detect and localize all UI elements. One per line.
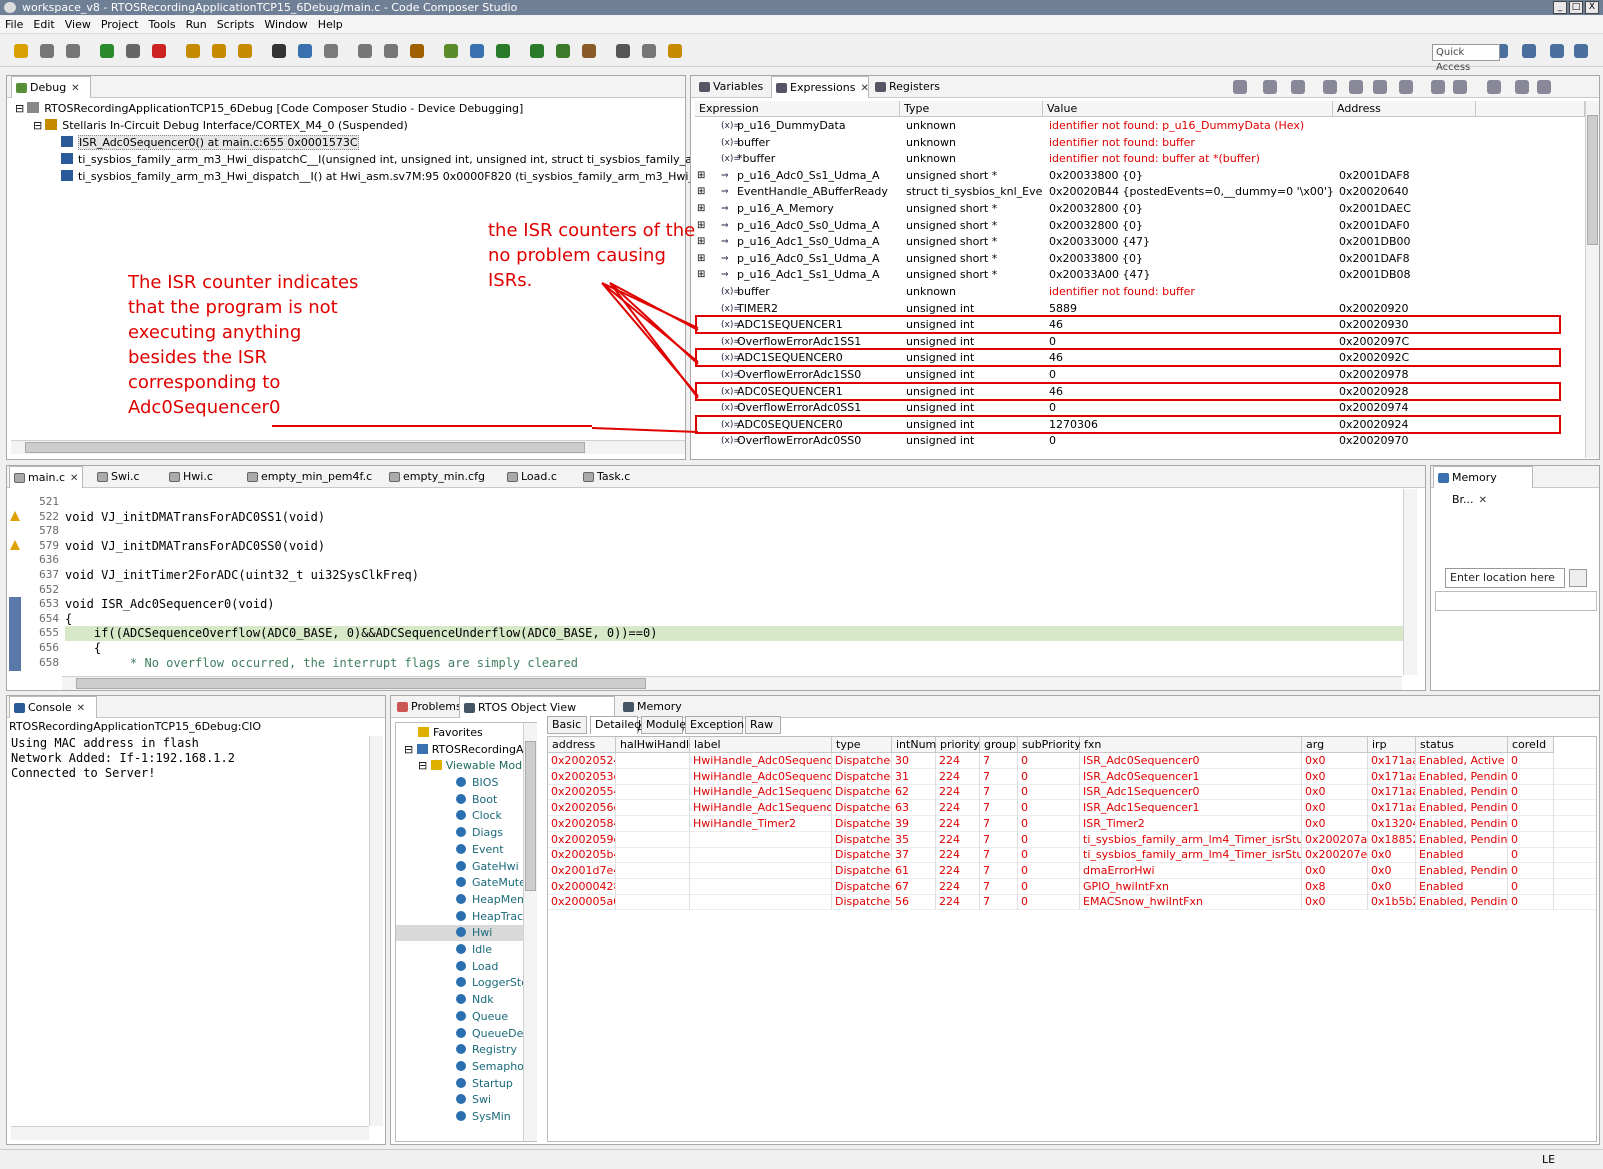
annotation-arrows xyxy=(272,282,699,433)
